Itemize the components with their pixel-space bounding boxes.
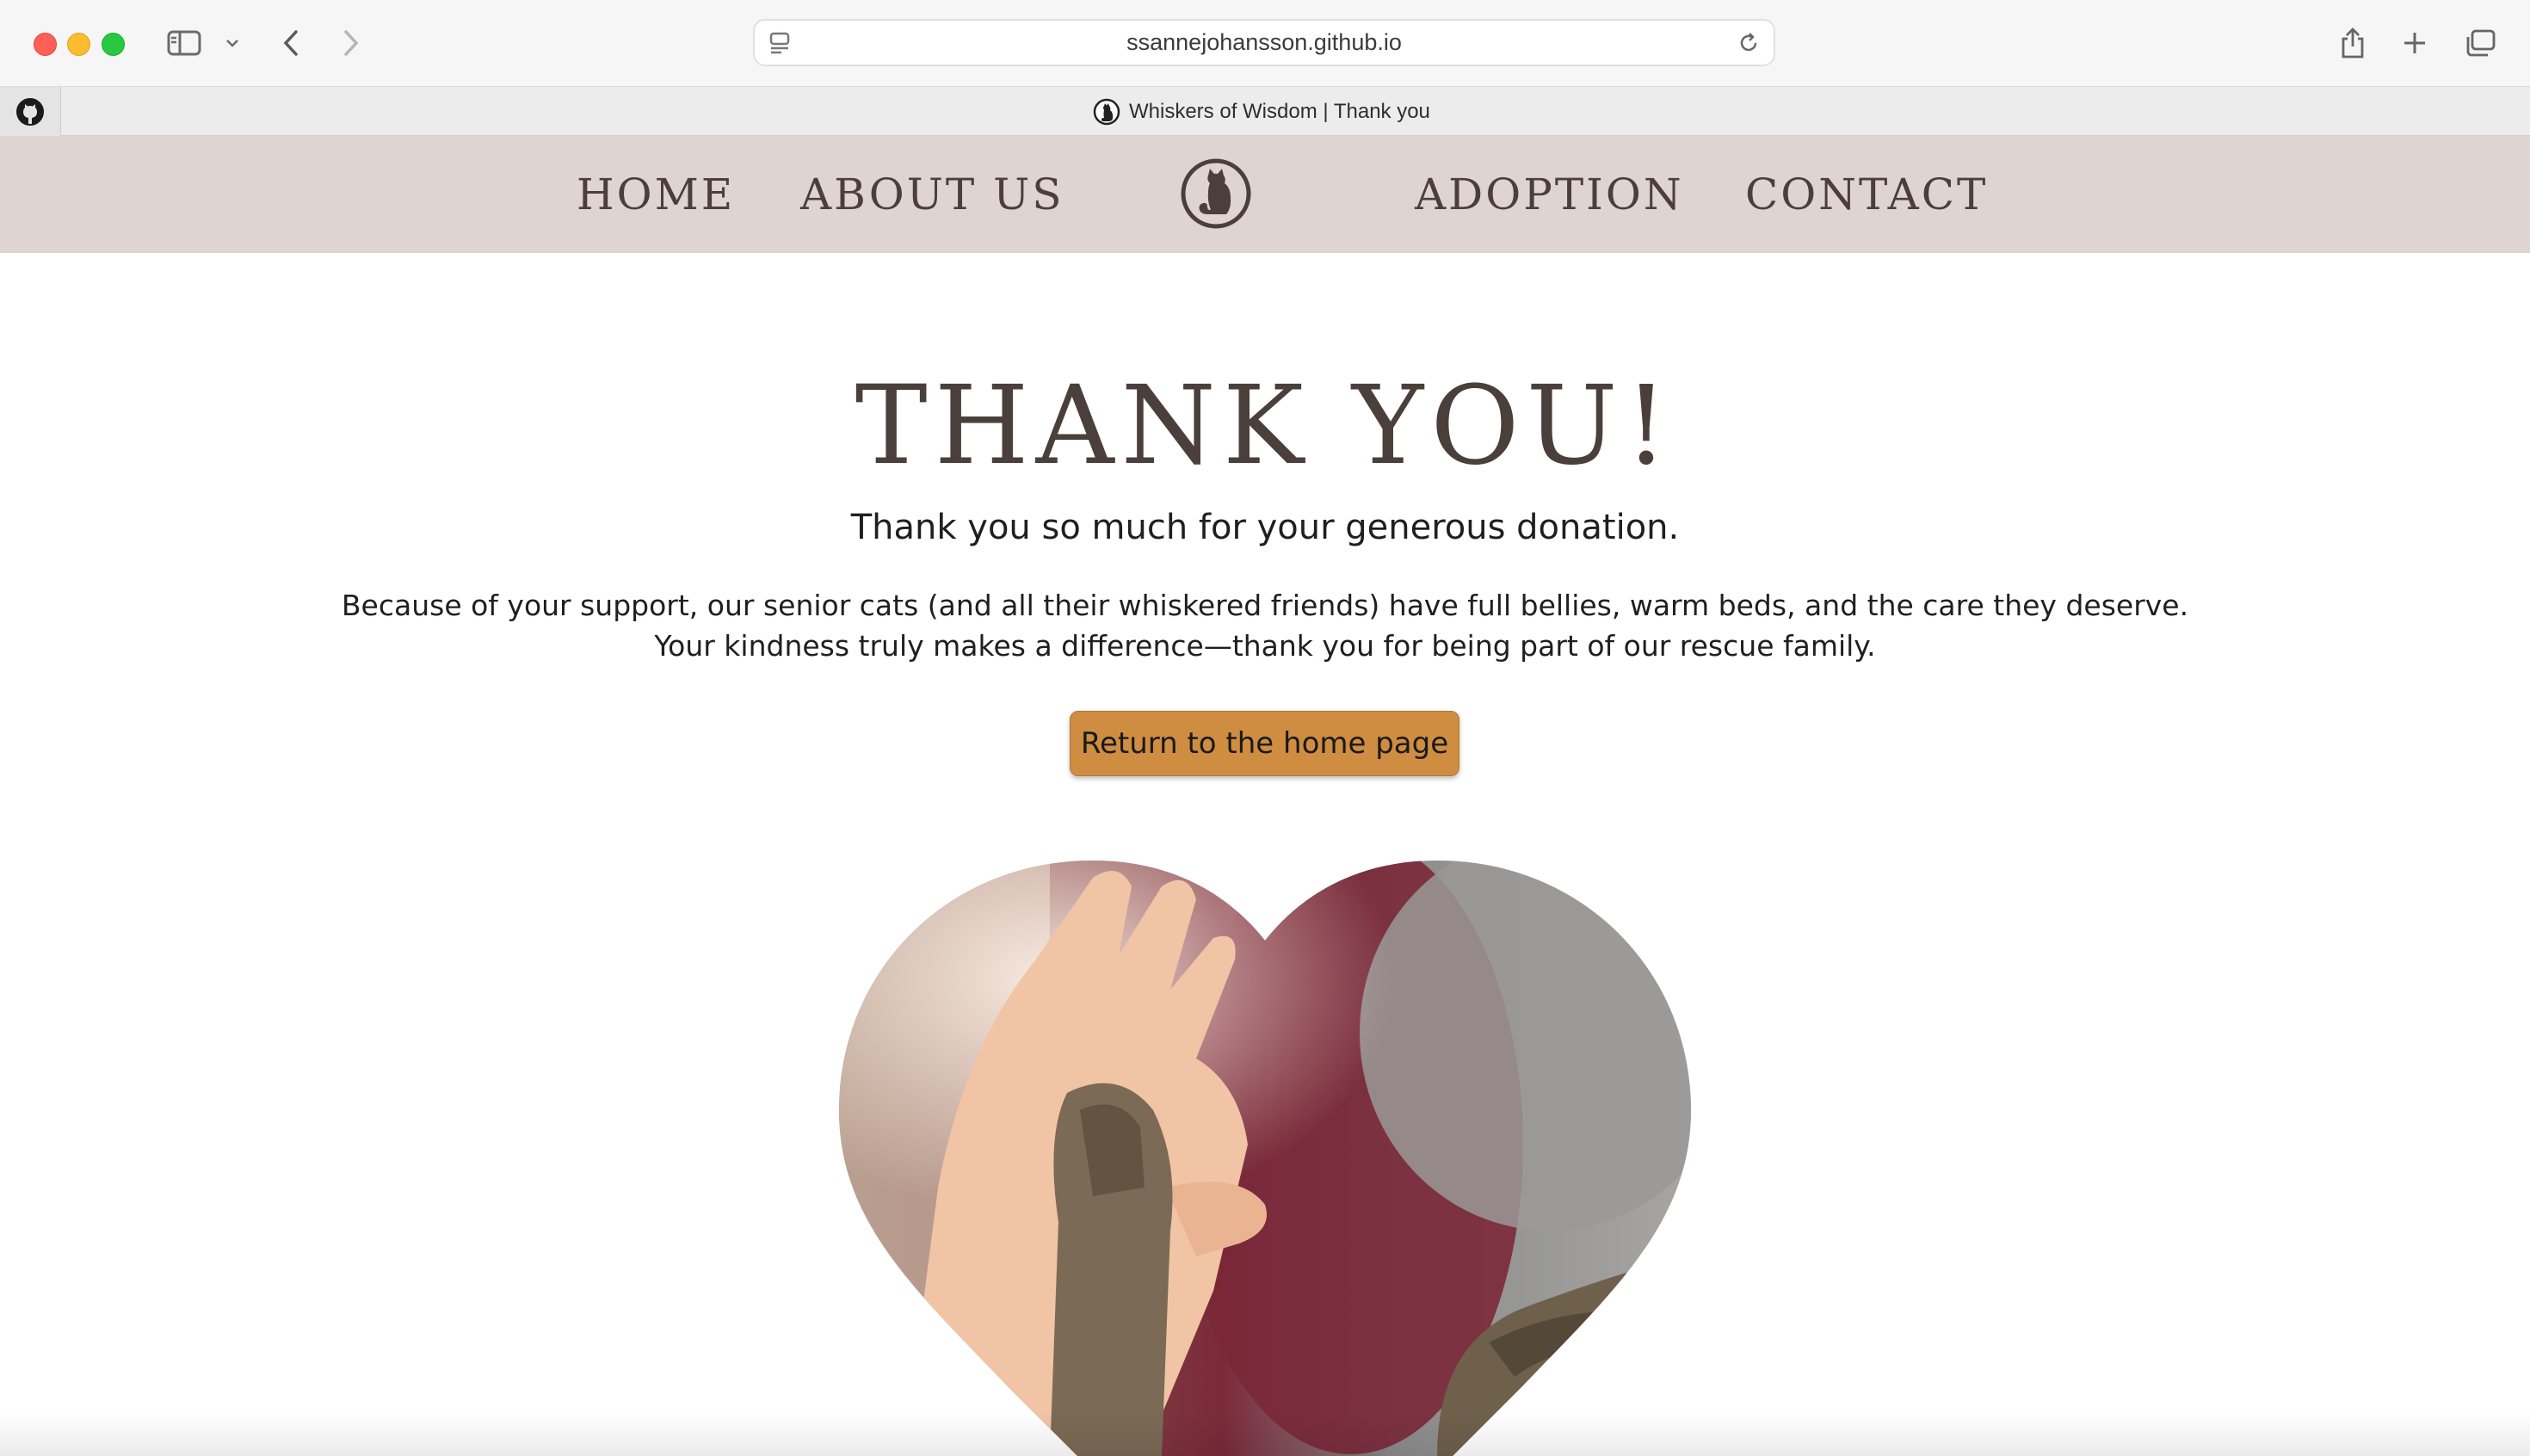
back-arrow-icon[interactable] xyxy=(275,21,306,65)
new-tab-plus-icon[interactable] xyxy=(2397,21,2432,65)
tab-title: Whiskers of Wisdom | Thank you xyxy=(1129,99,1430,123)
share-icon[interactable] xyxy=(2336,21,2370,65)
nav-link-adoption[interactable]: ADOPTION xyxy=(1415,136,1684,253)
close-window-button[interactable] xyxy=(34,33,57,56)
thank-you-paragraph-line-1: Because of your support, our senior cats… xyxy=(341,589,2189,622)
tab-bar: Whiskers of Wisdom | Thank you xyxy=(0,86,2530,136)
browser-toolbar: ssannejohansson.github.io xyxy=(0,0,2530,86)
tab-overview-icon[interactable] xyxy=(2461,21,2499,65)
nav-link-home[interactable]: HOME xyxy=(577,136,735,253)
nav-link-contact[interactable]: CONTACT xyxy=(1745,136,1988,253)
site-favicon-icon xyxy=(1093,98,1120,125)
page-title: THANK YOU! xyxy=(855,362,1675,489)
sidebar-icon[interactable] xyxy=(165,21,203,65)
chevron-down-icon[interactable] xyxy=(222,21,243,65)
nav-link-about-us[interactable]: ABOUT US xyxy=(800,136,1064,253)
return-home-button[interactable]: Return to the home page xyxy=(1070,711,1459,776)
reload-icon[interactable] xyxy=(1736,21,1762,65)
address-bar[interactable]: ssannejohansson.github.io xyxy=(753,19,1775,66)
subtitle: Thank you so much for your generous dona… xyxy=(850,508,1680,547)
site-navigation: HOME ABOUT US ADOPTION CONTACT xyxy=(0,136,2530,253)
active-tab[interactable]: Whiskers of Wisdom | Thank you xyxy=(1093,87,1430,136)
url-text: ssannejohansson.github.io xyxy=(1126,29,1402,55)
heart-photo xyxy=(839,861,1691,1456)
pinned-tab-github[interactable] xyxy=(0,87,61,136)
thank-you-paragraph-line-2: Your kindness truly makes a difference—t… xyxy=(654,629,1876,663)
github-icon xyxy=(16,97,44,126)
forward-arrow-icon[interactable] xyxy=(336,21,367,65)
maximize-window-button[interactable] xyxy=(102,33,125,56)
minimize-window-button[interactable] xyxy=(67,33,90,56)
cat-logo-icon[interactable] xyxy=(1179,157,1253,231)
